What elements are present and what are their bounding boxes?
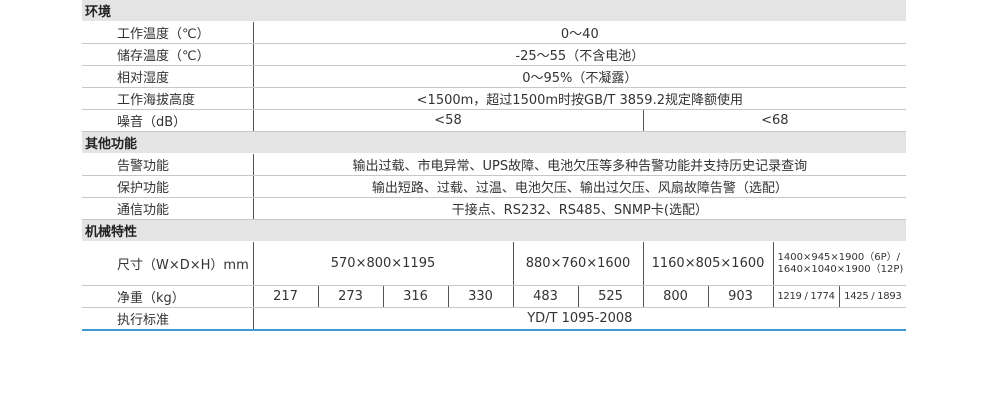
- size-value: 570×800×1195: [253, 241, 514, 286]
- row-value: 干接点、RS232、RS485、SNMP卡(选配）: [253, 197, 907, 220]
- row-value: 输出过载、市电异常、UPS故障、电池欠压等多种告警功能并支持历史记录查询: [253, 153, 907, 176]
- table-row: 通信功能 干接点、RS232、RS485、SNMP卡(选配）: [82, 197, 907, 220]
- weight-value: 330: [448, 285, 514, 308]
- row-value: -25～55（不含电池）: [253, 43, 907, 66]
- row-value: 输出短路、过载、过温、电池欠压、输出过欠压、风扇故障告警（选配）: [253, 175, 907, 198]
- row-value: <1500m，超过1500m时按GB/T 3859.2规定降额使用: [253, 87, 907, 110]
- weight-value: 273: [318, 285, 384, 308]
- table-row: 噪音（dB） <58 <68: [82, 109, 907, 132]
- section-title: 机械特性: [82, 219, 907, 242]
- table-row: 相对湿度 0～95%（不凝露）: [82, 65, 907, 88]
- noise-value-low: <58: [253, 109, 644, 132]
- weight-value: 483: [513, 285, 579, 308]
- section-header-other-functions: 其他功能: [82, 131, 907, 154]
- row-value: 0～95%（不凝露）: [253, 65, 907, 88]
- weight-value: 316: [383, 285, 449, 308]
- spec-table: 环境 工作温度（℃） 0～40 储存温度（℃） -25～55（不含电池） 相对湿…: [82, 0, 907, 331]
- section-title: 其他功能: [82, 131, 907, 154]
- weight-value: 903: [708, 285, 774, 308]
- row-label: 工作海拔高度: [82, 87, 254, 110]
- size-value: 880×760×1600: [513, 241, 644, 286]
- table-row: 储存温度（℃） -25～55（不含电池）: [82, 43, 907, 66]
- size-value: 1160×805×1600: [643, 241, 774, 286]
- weight-value: 800: [643, 285, 709, 308]
- row-label: 保护功能: [82, 175, 254, 198]
- size-value: 1400×945×1900（6P）/ 1640×1040×1900（12P): [773, 241, 907, 286]
- row-label: 通信功能: [82, 197, 254, 220]
- row-label: 净重（kg）: [82, 285, 254, 308]
- weight-value: 217: [253, 285, 319, 308]
- row-value: YD/T 1095-2008: [253, 307, 907, 331]
- section-header-mechanical: 机械特性: [82, 219, 907, 242]
- row-label: 工作温度（℃）: [82, 21, 254, 44]
- row-label: 储存温度（℃）: [82, 43, 254, 66]
- section-title: 环境: [82, 0, 907, 22]
- row-label: 告警功能: [82, 153, 254, 176]
- table-row: 尺寸（W×D×H）mm 570×800×1195 880×760×1600 11…: [82, 241, 907, 286]
- noise-value-high: <68: [643, 109, 907, 132]
- table-row: 告警功能 输出过载、市电异常、UPS故障、电池欠压等多种告警功能并支持历史记录查…: [82, 153, 907, 176]
- row-label: 噪音（dB）: [82, 109, 254, 132]
- weight-value: 525: [578, 285, 644, 308]
- weight-value: 1219 / 1774: [773, 285, 840, 308]
- table-row: 净重（kg） 217 273 316 330 483 525 800 903 1…: [82, 285, 907, 308]
- weight-value: 1425 / 1893: [839, 285, 907, 308]
- table-row: 执行标准 YD/T 1095-2008: [82, 307, 907, 331]
- table-row: 保护功能 输出短路、过载、过温、电池欠压、输出过欠压、风扇故障告警（选配）: [82, 175, 907, 198]
- table-row: 工作海拔高度 <1500m，超过1500m时按GB/T 3859.2规定降额使用: [82, 87, 907, 110]
- table-row: 工作温度（℃） 0～40: [82, 21, 907, 44]
- section-header-environment: 环境: [82, 0, 907, 22]
- row-value: 0～40: [253, 21, 907, 44]
- row-label: 尺寸（W×D×H）mm: [82, 241, 254, 286]
- row-label: 执行标准: [82, 307, 254, 331]
- row-label: 相对湿度: [82, 65, 254, 88]
